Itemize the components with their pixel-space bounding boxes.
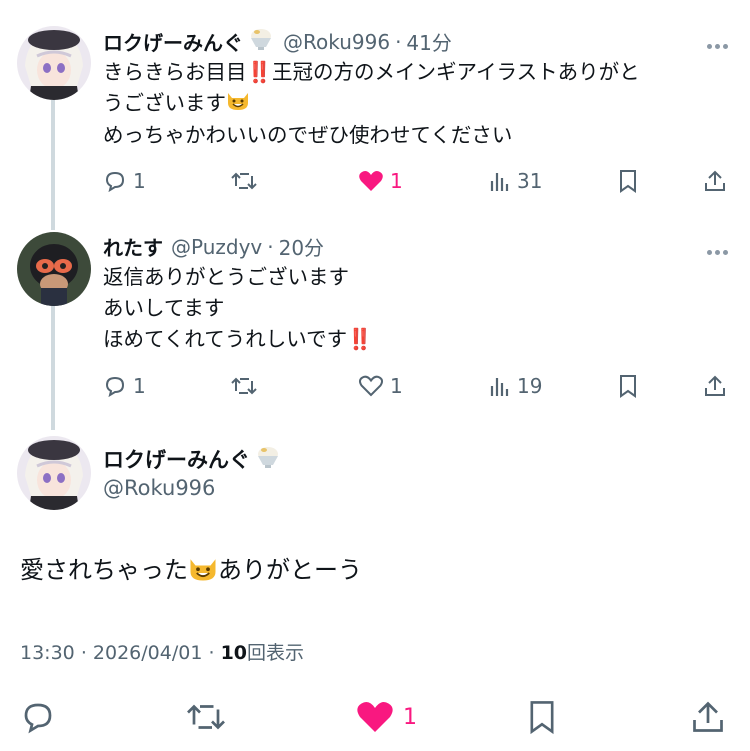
share-icon [693, 701, 723, 732]
more-options-icon[interactable] [704, 236, 728, 260]
double-exclamation-icon: ‼️ [246, 60, 273, 84]
tweet-header: れたす @Puzdyv · 20分 [103, 232, 324, 261]
heart-filled-icon [359, 171, 383, 191]
bookmark-icon [620, 375, 636, 398]
post-time[interactable]: 13:30 [20, 642, 75, 664]
timestamp[interactable]: 41分 [406, 27, 451, 56]
heart-outline-icon [359, 375, 383, 397]
smiling-cat-icon [188, 554, 218, 588]
like-count: 1 [390, 374, 403, 398]
like-button[interactable]: 1 [355, 695, 417, 739]
reply-button[interactable] [20, 695, 56, 739]
retweet-icon [231, 172, 257, 190]
avatar[interactable] [17, 232, 91, 306]
display-name[interactable]: ロクげーみんぐ [103, 27, 243, 56]
double-exclamation-icon: ‼️ [347, 327, 373, 351]
thread-line [51, 100, 55, 230]
display-name[interactable]: れたす [103, 232, 163, 261]
like-button[interactable]: 1 [358, 371, 403, 401]
view-count: 31 [517, 169, 543, 193]
reply-count: 1 [133, 169, 146, 193]
reply-button[interactable]: 1 [103, 166, 146, 196]
avatar[interactable] [17, 436, 91, 510]
bookmark-icon [620, 170, 636, 193]
reply-icon [105, 171, 125, 193]
shaved-ice-icon [247, 27, 275, 56]
reply-count: 1 [133, 374, 146, 398]
action-bar: 1 1 31 [103, 166, 728, 196]
post-date[interactable]: 2026/04/01 [93, 642, 203, 664]
user-handle[interactable]: @Puzdyv [171, 235, 262, 259]
bookmark-button[interactable] [617, 371, 639, 401]
bookmark-button[interactable] [617, 166, 639, 196]
action-bar: 1 1 19 [103, 371, 728, 401]
tweet-meta: 13:30 · 2026/04/01 · 10回表示 [20, 642, 305, 664]
main-action-bar: 1 [0, 695, 750, 739]
heart-filled-icon [357, 702, 393, 732]
more-options-icon[interactable] [704, 30, 728, 54]
user-handle[interactable]: @Roku996 [283, 30, 390, 54]
views-button[interactable]: 31 [489, 166, 542, 196]
share-icon [705, 170, 725, 191]
share-button[interactable] [690, 695, 726, 739]
retweet-icon [187, 704, 225, 730]
share-button[interactable] [703, 371, 727, 401]
reply-button[interactable]: 1 [103, 371, 146, 401]
view-count: 19 [517, 374, 543, 398]
bookmark-icon [530, 701, 554, 735]
like-button[interactable]: 1 [358, 166, 403, 196]
retweet-icon [231, 377, 257, 395]
tweet-text: きらきらお目目‼️王冠の方のメインギアイラストありがと うございます めっちゃか… [103, 60, 640, 147]
retweet-button[interactable] [231, 371, 257, 401]
views-label: 回表示 [247, 642, 305, 664]
avatar[interactable] [17, 26, 91, 100]
view-count: 10 [220, 642, 248, 664]
display-name[interactable]: ロクげーみんぐ [103, 444, 282, 474]
like-count: 1 [390, 169, 403, 193]
separator: · [267, 234, 274, 259]
separator: · [395, 29, 402, 54]
timestamp[interactable]: 20分 [279, 232, 324, 261]
share-button[interactable] [703, 166, 727, 196]
views-button[interactable]: 19 [489, 371, 542, 401]
reply-icon [105, 376, 125, 398]
tweet-text: 返信ありがとうございます あいしてます ほめてくれてうれしいです‼️ [103, 265, 373, 351]
retweet-button[interactable] [186, 695, 226, 739]
user-handle[interactable]: @Roku996 [103, 476, 215, 500]
bookmark-button[interactable] [526, 695, 558, 739]
like-count: 1 [403, 704, 417, 730]
tweet-header: ロクげーみんぐ @Roku996 · 41分 [103, 27, 452, 56]
share-icon [705, 375, 725, 396]
views-icon [490, 378, 509, 396]
shaved-ice-icon [254, 445, 282, 474]
reply-icon [24, 703, 52, 734]
views-icon [490, 173, 509, 191]
tweet-text: 愛されちゃった ありがとーう [20, 550, 362, 588]
retweet-button[interactable] [231, 166, 257, 196]
thread-line [51, 305, 55, 430]
smiling-cat-icon [226, 89, 250, 120]
